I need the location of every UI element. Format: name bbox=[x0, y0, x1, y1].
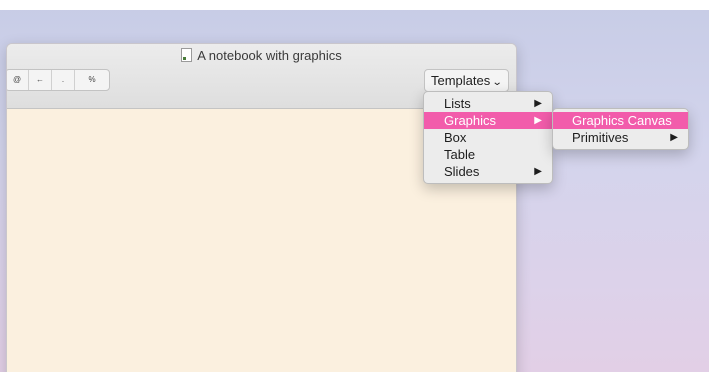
arrow-left-button[interactable]: ← bbox=[29, 70, 52, 90]
submenu-arrow-icon: ▶ bbox=[534, 166, 542, 177]
at-button[interactable]: @ bbox=[7, 70, 29, 90]
graphics-submenu: Graphics Canvas Primitives ▶ bbox=[552, 108, 689, 150]
templates-button[interactable]: Templates ⌄ bbox=[424, 69, 509, 92]
menu-item-label: Table bbox=[444, 147, 476, 162]
menu-item-label: Box bbox=[444, 130, 467, 145]
desktop: A notebook with graphics @ ← . % Templat… bbox=[0, 0, 709, 372]
submenu-item-graphics-canvas[interactable]: Graphics Canvas bbox=[553, 112, 688, 129]
document-icon bbox=[181, 48, 193, 62]
submenu-item-primitives[interactable]: Primitives ▶ bbox=[553, 129, 688, 146]
menu-item-lists[interactable]: Lists ▶ bbox=[424, 95, 552, 112]
menu-item-table[interactable]: Table bbox=[424, 146, 552, 163]
top-strip bbox=[0, 0, 709, 10]
submenu-item-label: Primitives bbox=[572, 130, 629, 145]
toolbar-buttons: @ ← . % bbox=[7, 69, 110, 91]
submenu-arrow-icon: ▶ bbox=[670, 132, 678, 143]
submenu-item-label: Graphics Canvas bbox=[572, 113, 672, 128]
chevron-down-icon: ⌄ bbox=[491, 77, 503, 88]
percent-button[interactable]: % bbox=[75, 70, 109, 90]
templates-label: Templates bbox=[431, 73, 491, 88]
menu-item-label: Graphics bbox=[444, 113, 497, 128]
menu-item-label: Slides bbox=[444, 164, 480, 179]
menu-item-label: Lists bbox=[444, 96, 471, 111]
menu-item-box[interactable]: Box bbox=[424, 129, 552, 146]
dot-button[interactable]: . bbox=[52, 70, 75, 90]
window-title: A notebook with graphics bbox=[7, 48, 516, 66]
menu-item-graphics[interactable]: Graphics ▶ bbox=[424, 112, 552, 129]
submenu-arrow-icon: ▶ bbox=[534, 98, 542, 109]
window-title-text: A notebook with graphics bbox=[197, 48, 342, 63]
menu-item-slides[interactable]: Slides ▶ bbox=[424, 163, 552, 180]
submenu-arrow-icon: ▶ bbox=[534, 115, 542, 126]
templates-menu: Lists ▶ Graphics ▶ Box Table Slides ▶ bbox=[423, 91, 553, 184]
